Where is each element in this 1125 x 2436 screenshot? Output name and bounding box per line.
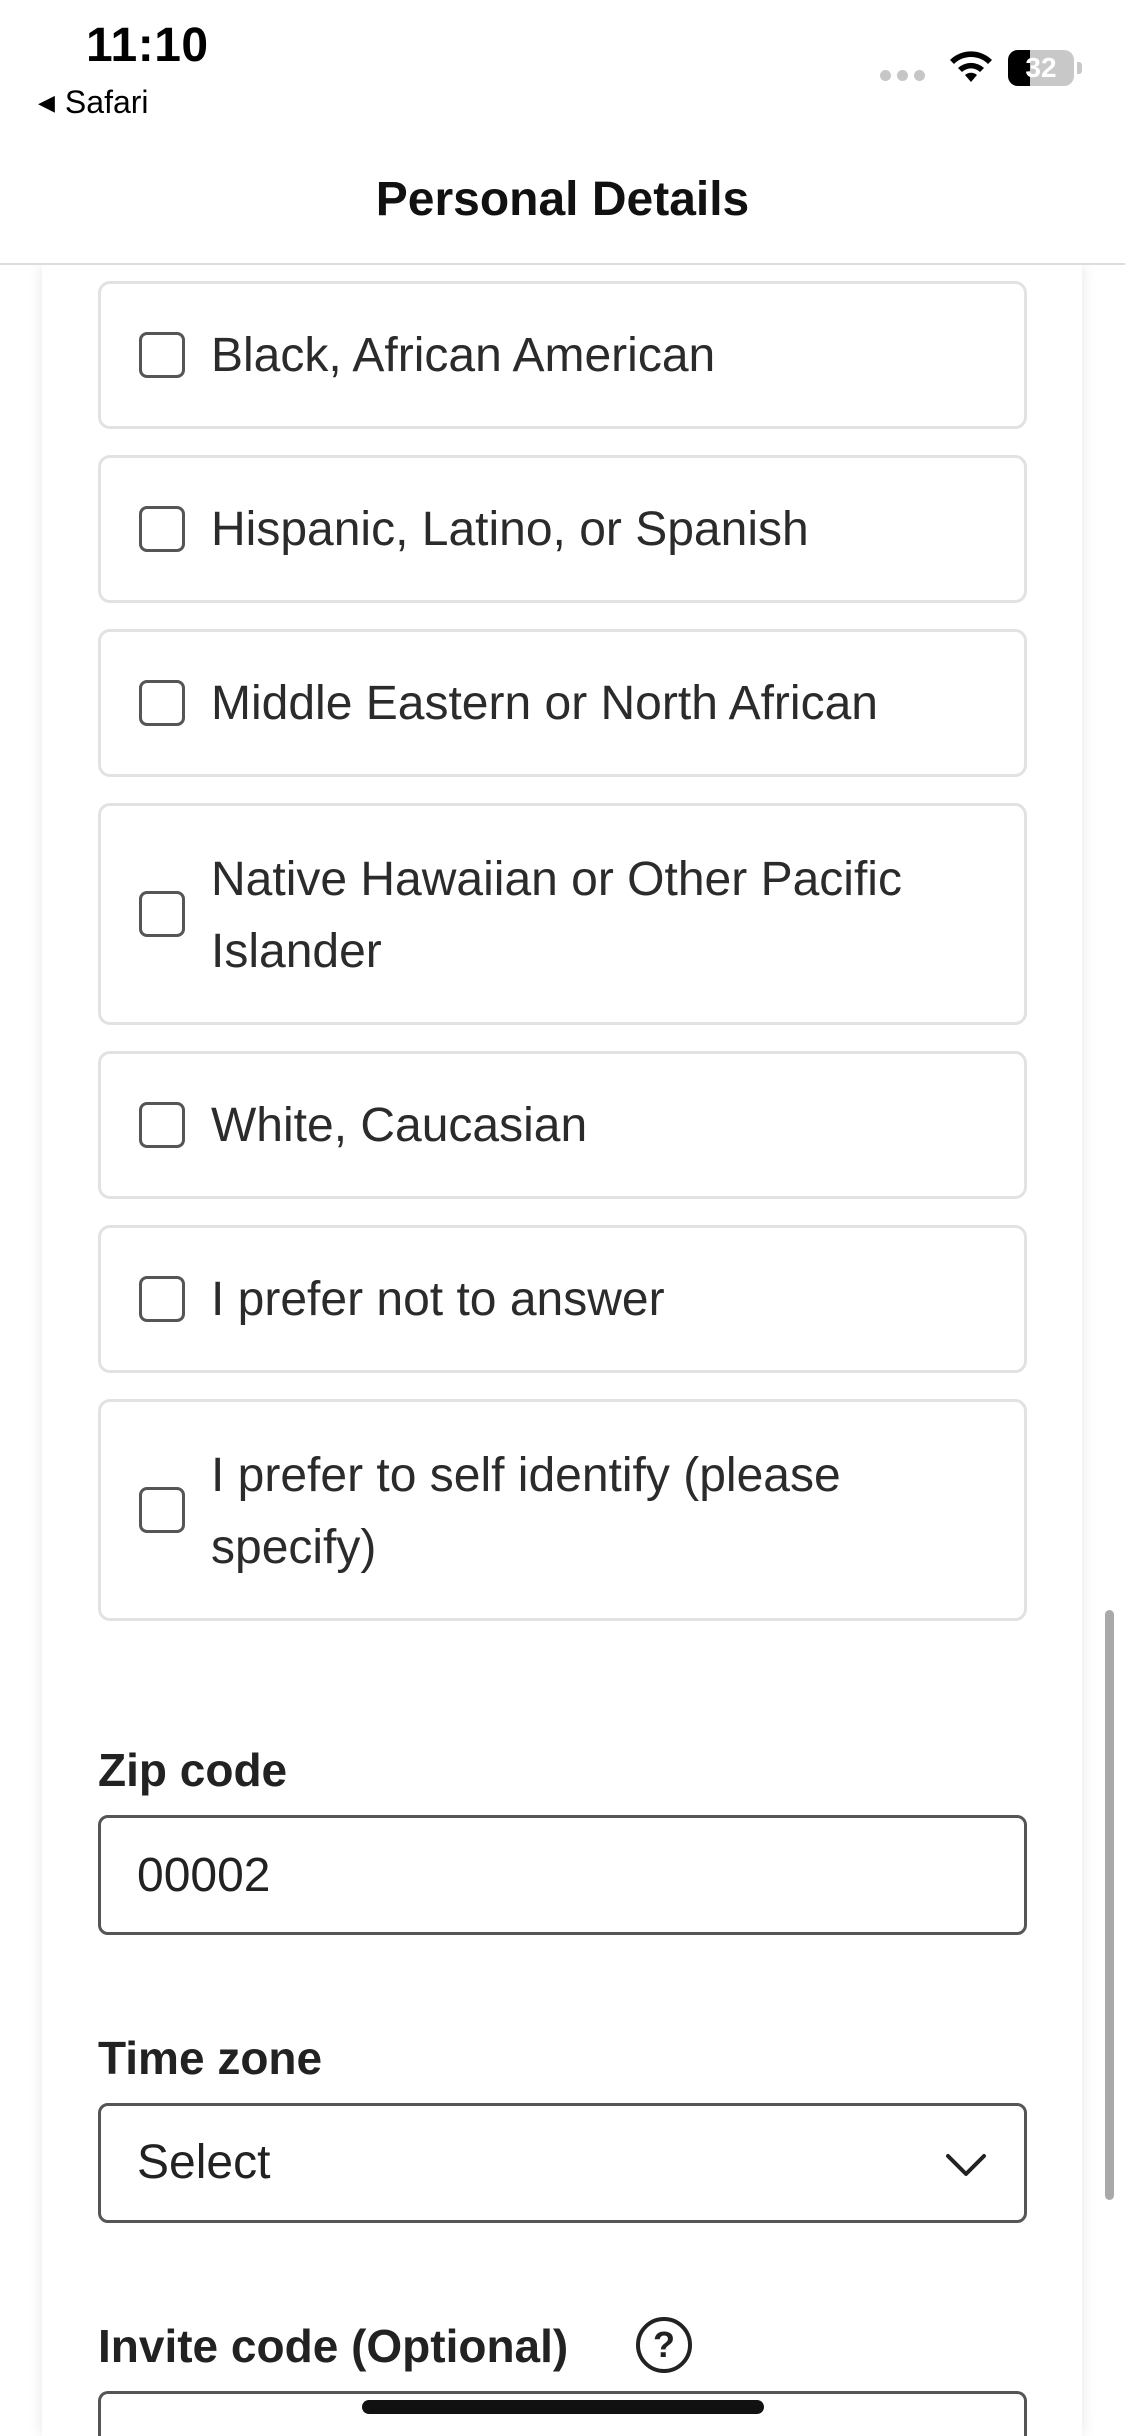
help-circle-icon[interactable]: ? [636, 2317, 692, 2373]
invite-code-label: Invite code (Optional) [98, 2320, 569, 2372]
checkbox[interactable] [139, 1487, 185, 1533]
option-label: White, Caucasian [211, 1099, 588, 1152]
checkbox[interactable] [139, 332, 185, 378]
wifi-icon [950, 51, 992, 82]
option-label: I prefer to self identify (please specif… [211, 1449, 841, 1574]
checkbox-option-hispanic[interactable]: Hispanic, Latino, or Spanish [98, 455, 1027, 603]
status-bar: 11:10 ◀ Safari 32 [0, 0, 1125, 140]
back-arrow-icon: ◀ [38, 89, 55, 115]
checkbox-option-self-identify[interactable]: I prefer to self identify (please specif… [98, 1399, 1027, 1621]
home-indicator[interactable] [362, 2400, 764, 2414]
status-time: 11:10 [86, 19, 209, 72]
back-app-label: Safari [64, 84, 149, 120]
form-card: Black, African American Hispanic, Latino… [42, 265, 1082, 2436]
checkbox[interactable] [139, 1276, 185, 1322]
checkbox-option-prefer-not[interactable]: I prefer not to answer [98, 1225, 1027, 1373]
cellular-signal-icon [880, 70, 925, 81]
zip-code-label: Zip code [98, 1744, 288, 1796]
option-label: Black, African American [211, 329, 716, 382]
checkbox-option-white[interactable]: White, Caucasian [98, 1051, 1027, 1199]
battery-level: 32 [1025, 52, 1057, 83]
checkbox-option-black[interactable]: Black, African American [98, 281, 1027, 429]
checkbox[interactable] [139, 1102, 185, 1148]
back-to-app-link[interactable]: ◀ Safari [38, 84, 149, 121]
checkbox[interactable] [139, 680, 185, 726]
option-label: Hispanic, Latino, or Spanish [211, 503, 809, 556]
battery-icon: 32 [1008, 50, 1082, 86]
option-label: I prefer not to answer [211, 1273, 665, 1326]
time-zone-value: Select [137, 2136, 271, 2189]
checkbox[interactable] [139, 506, 185, 552]
checkbox[interactable] [139, 891, 185, 937]
page-title: Personal Details [375, 173, 750, 226]
checkbox-option-middle-eastern[interactable]: Middle Eastern or North African [98, 629, 1027, 777]
checkbox-option-native-hawaiian[interactable]: Native Hawaiian or Other Pacific Islande… [98, 803, 1027, 1025]
option-label: Native Hawaiian or Other Pacific Islande… [211, 853, 902, 978]
time-zone-select[interactable]: Select [98, 2103, 1027, 2223]
zip-code-input[interactable] [98, 1815, 1027, 1935]
option-label: Middle Eastern or North African [211, 677, 878, 730]
page-header: Personal Details [0, 140, 1125, 265]
time-zone-label: Time zone [98, 2032, 323, 2084]
chevron-down-icon [946, 2154, 986, 2176]
scrollbar[interactable] [1105, 1610, 1114, 2200]
